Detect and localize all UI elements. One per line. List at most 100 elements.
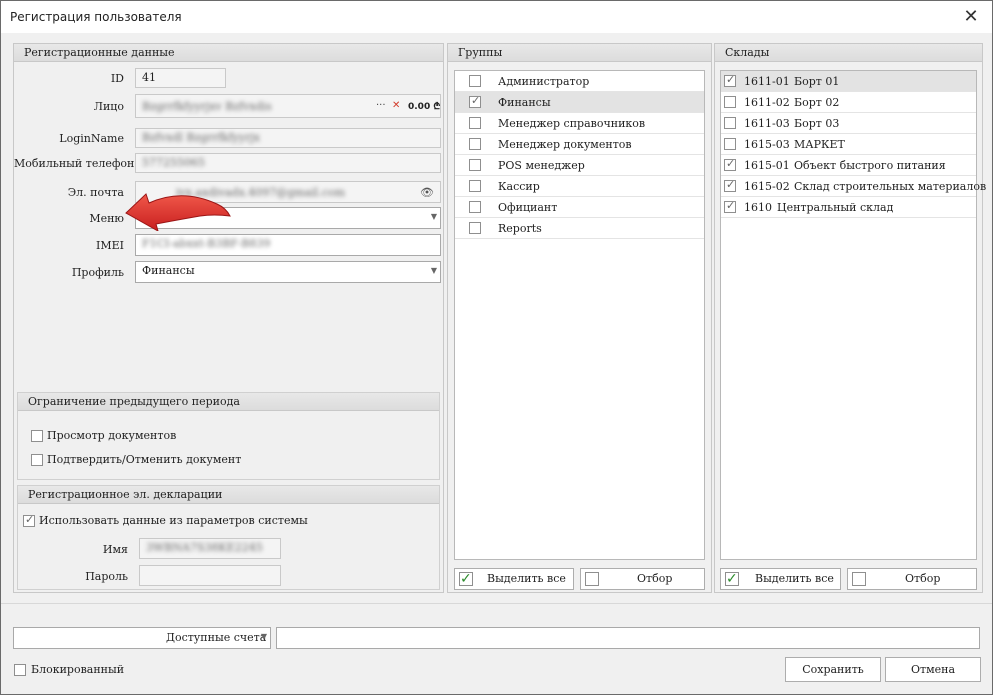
group-row[interactable]: Кассир: [455, 176, 704, 197]
dialog-window: Регистрация пользователя ✕ Регистрационн…: [0, 0, 993, 695]
group-row[interactable]: Reports: [455, 218, 704, 239]
use-system-checkbox[interactable]: [23, 513, 35, 527]
warehouse-checkbox[interactable]: [724, 199, 736, 213]
warehouse-code: 1615-01: [744, 159, 790, 172]
phone-field[interactable]: 577255065: [135, 153, 441, 173]
warehouse-row[interactable]: 1615-01 Объект быстрого питания: [721, 155, 976, 176]
group-checkbox[interactable]: [469, 201, 481, 213]
declaration-header: Регистрационное эл. декларации: [18, 486, 439, 504]
eye-icon[interactable]: 👁: [420, 184, 434, 202]
group-checkbox[interactable]: [469, 222, 481, 234]
person-value: Bzgrrfkfyyrjxv Bzfvxdis: [142, 100, 272, 113]
password-label: Пароль: [85, 570, 128, 583]
login-field[interactable]: Bzfvxdl Bzgrrfkfyyrjx: [135, 128, 441, 148]
warehouse-row[interactable]: 1611-01 Борт 01: [721, 71, 976, 92]
groups-list: Администратор Финансы Менеджер справочнико…: [454, 70, 705, 560]
warehouse-row[interactable]: 1615-02 Склад строительных материалов: [721, 176, 986, 197]
groups-panel: Группы Администратор Финансы Менеджер спра…: [447, 43, 712, 593]
registration-panel: Регистрационные данные ID 41 Лицо Bzgrrf…: [13, 43, 444, 593]
group-checkbox[interactable]: [469, 180, 481, 192]
warehouse-checkbox[interactable]: [724, 96, 736, 108]
group-checkbox[interactable]: [469, 94, 481, 108]
close-icon[interactable]: ✕: [959, 5, 983, 29]
save-button[interactable]: Сохранить: [785, 657, 881, 682]
group-label: Менеджер документов: [498, 138, 632, 151]
group-label: Менеджер справочников: [498, 117, 646, 130]
profile-select[interactable]: Финансы ▼: [135, 261, 441, 283]
warehouses-list: 1611-01 Борт 01 1611-02 Борт 02 1611-03 Борт …: [720, 70, 986, 560]
more-icon[interactable]: ···: [376, 97, 386, 115]
groups-filter-button[interactable]: Отбор: [580, 568, 705, 590]
chevron-down-icon[interactable]: ▼: [261, 628, 267, 646]
restriction-panel: Ограничение предыдущего периода Просмотр…: [17, 392, 440, 480]
warehouse-name: Борт 01: [794, 75, 840, 88]
group-checkbox[interactable]: [469, 138, 481, 150]
clear-icon[interactable]: ✕: [392, 97, 400, 115]
group-row[interactable]: POS менеджер: [455, 155, 704, 176]
menu-label: Меню: [89, 212, 124, 225]
declaration-panel: Регистрационное эл. декларации Использов…: [17, 485, 440, 590]
warehouse-code: 1610: [744, 201, 772, 214]
groups-select-all-button[interactable]: Выделить все: [454, 568, 574, 590]
accounts-select[interactable]: Доступные счета ▼: [13, 627, 271, 649]
warehouse-row[interactable]: 1610 Центральный склад: [721, 197, 976, 218]
warehouse-name: МАРКЕТ: [794, 138, 845, 151]
email-label: Эл. почта: [67, 186, 124, 199]
login-value: Bzfvxdl Bzgrrfkfyyrjx: [142, 131, 260, 144]
warehouse-name: Склад строительных материалов: [794, 180, 987, 193]
group-row[interactable]: Официант: [455, 197, 704, 218]
warehouses-filter-button[interactable]: Отбор: [847, 568, 977, 590]
checkbox-icon: [852, 572, 866, 586]
use-system-label: Использовать данные из параметров систем…: [39, 514, 308, 527]
blocked-checkbox[interactable]: [14, 664, 26, 676]
accounts-field[interactable]: [276, 627, 980, 649]
group-checkbox[interactable]: [469, 159, 481, 171]
group-label: Официант: [498, 201, 558, 214]
restriction-header: Ограничение предыдущего периода: [18, 393, 439, 411]
id-field[interactable]: 41: [135, 68, 226, 88]
warehouse-checkbox[interactable]: [724, 138, 736, 150]
registration-header: Регистрационные данные: [14, 44, 443, 62]
warehouse-row[interactable]: 1615-03 МАРКЕТ: [721, 134, 976, 155]
password-field[interactable]: [139, 565, 281, 586]
warehouse-name: Центральный склад: [777, 201, 894, 214]
warehouse-name: Борт 02: [794, 96, 840, 109]
warehouse-checkbox[interactable]: [724, 178, 736, 192]
warehouse-checkbox[interactable]: [724, 73, 736, 87]
imei-label: IMEI: [96, 239, 124, 252]
blocked-label: Блокированный: [31, 663, 125, 676]
window-title: Регистрация пользователя: [10, 10, 182, 24]
id-label: ID: [110, 72, 124, 85]
warehouse-checkbox[interactable]: [724, 157, 736, 171]
warehouse-row[interactable]: 1611-03 Борт 03: [721, 113, 976, 134]
person-field[interactable]: Bzgrrfkfyyrjxv Bzfvxdis ··· ✕ 0.00 ₾: [135, 94, 441, 118]
group-row[interactable]: Менеджер справочников: [455, 113, 704, 134]
group-row[interactable]: Администратор: [455, 71, 704, 92]
view-docs-checkbox[interactable]: [31, 430, 43, 442]
groups-filter-label: Отбор: [637, 572, 673, 585]
chevron-down-icon[interactable]: ▼: [431, 208, 437, 226]
dialog-body: Регистрационные данные ID 41 Лицо Bzgrrf…: [1, 33, 992, 694]
group-label: Кассир: [498, 180, 540, 193]
group-checkbox[interactable]: [469, 117, 481, 129]
name-field[interactable]: 3WBNA7S38KE2245: [139, 538, 281, 559]
confirm-docs-checkbox[interactable]: [31, 454, 43, 466]
group-row[interactable]: Менеджер документов: [455, 134, 704, 155]
group-label: Reports: [498, 222, 542, 235]
warehouse-row[interactable]: 1611-02 Борт 02: [721, 92, 976, 113]
warehouse-code: 1611-02: [744, 96, 790, 109]
phone-label: Мобильный телефон: [14, 157, 135, 170]
person-amount: 0.00 ₾: [408, 102, 441, 112]
warehouse-checkbox[interactable]: [724, 117, 736, 129]
cancel-button[interactable]: Отмена: [885, 657, 981, 682]
accounts-label: Доступные счета: [166, 631, 267, 644]
login-label: LoginName: [59, 132, 124, 145]
group-row[interactable]: Финансы: [455, 92, 704, 113]
chevron-down-icon[interactable]: ▼: [431, 262, 437, 280]
imei-field[interactable]: F1CI-abxxt-B3BF-B839: [135, 234, 441, 256]
group-checkbox[interactable]: [469, 75, 481, 87]
warehouses-select-all-button[interactable]: Выделить все: [720, 568, 841, 590]
warehouses-panel: Склады 1611-01Борт 011611-02Борт 021611-…: [714, 43, 986, 593]
checkbox-icon: [585, 572, 599, 586]
warehouses-header: Склады: [715, 44, 982, 62]
